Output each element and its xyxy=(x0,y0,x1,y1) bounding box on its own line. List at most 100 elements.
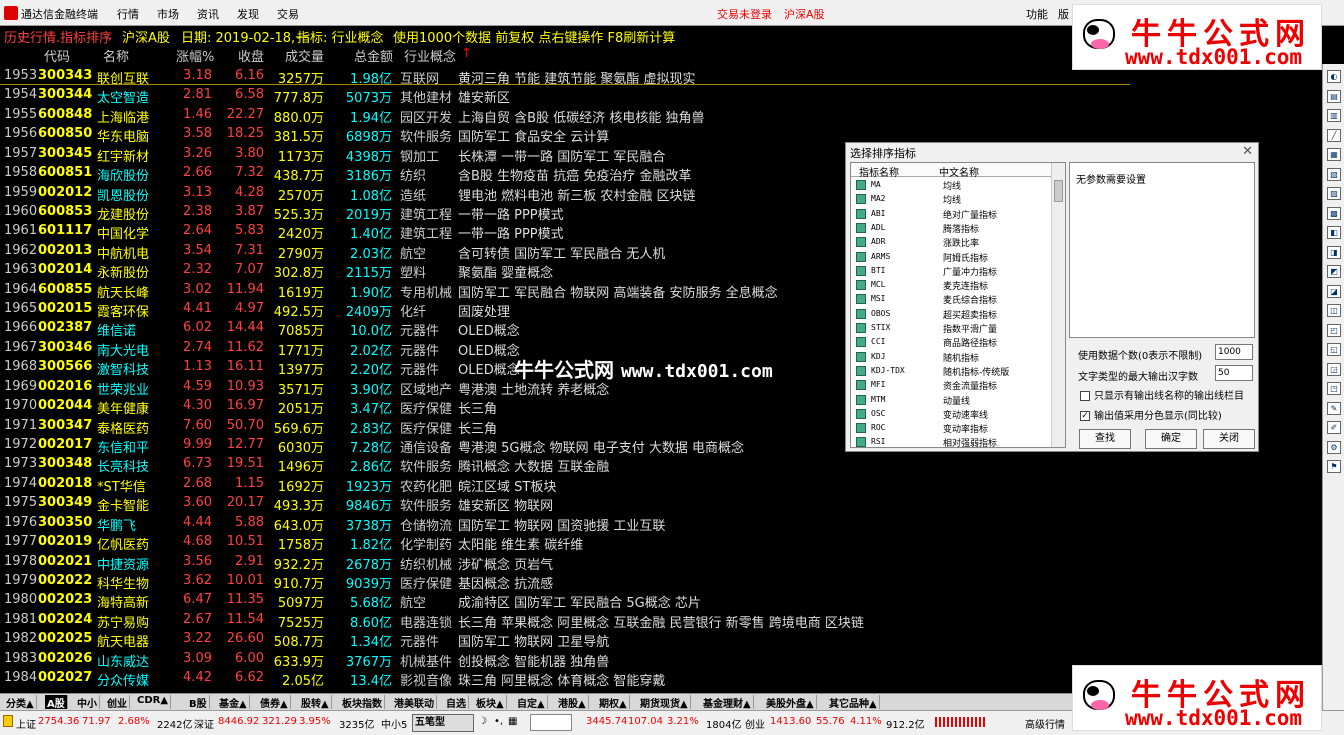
ok-button[interactable]: 确定 xyxy=(1145,429,1197,449)
indicator-list[interactable]: 指标名称 中文名称 MA 均线 MA2 均线 ABI 绝对广量指标 ADL 腾落指标 ADR 涨跌… xyxy=(850,162,1066,448)
table-row[interactable]: 1975 300349 金卡智能 3.60 20.17 493.3万 9846万 软件服务 雄安… xyxy=(0,494,1130,514)
col-industry[interactable]: 行业概念 xyxy=(404,46,456,65)
tab-7[interactable]: 债券▲ xyxy=(258,695,291,710)
tab-1[interactable]: A股 xyxy=(45,695,68,710)
tab-10[interactable]: 港美联动 xyxy=(392,695,437,710)
toolbar-icon[interactable]: ⚙ xyxy=(1327,440,1341,454)
tab-4[interactable]: CDR▲ xyxy=(135,695,172,709)
toolbar-icon[interactable]: ◰ xyxy=(1327,323,1341,337)
col-name[interactable]: 名称 xyxy=(103,46,129,65)
table-row[interactable]: 1953 300343 联创互联 3.18 6.16 3257万 1.98亿 互联网 黄河三角 … xyxy=(0,67,1130,87)
toolbar-icon[interactable]: ◫ xyxy=(1327,304,1341,317)
chk-only-named[interactable]: 只显示有输出线名称的输出线栏目 xyxy=(1080,387,1244,402)
tab-14[interactable]: 港股▲ xyxy=(556,695,589,710)
toolbar-icon[interactable]: ✐ xyxy=(1327,421,1341,434)
max-chars-input[interactable]: 50 xyxy=(1215,365,1253,381)
toolbar-icon[interactable]: ▤ xyxy=(1327,89,1341,103)
table-row[interactable]: 1955 600848 上海临港 1.46 22.27 880.0万 1.94亿 园区开发 上海… xyxy=(0,106,1130,126)
toolbar-icon[interactable]: ▦ xyxy=(1327,148,1341,161)
advanced-quote[interactable]: 高级行情 xyxy=(1025,716,1065,731)
tab-8[interactable]: 股转▲ xyxy=(299,695,332,710)
indicator-item[interactable]: KDJ 随机指标 xyxy=(851,350,1051,364)
checkbox-unchecked[interactable] xyxy=(1080,391,1090,401)
list-scrollbar[interactable] xyxy=(1051,163,1065,447)
toolbar-icon[interactable]: ▥ xyxy=(1327,109,1341,122)
table-row[interactable]: 1980 002023 海特高新 6.47 11.35 5097万 5.68亿 航空 成渝特区 … xyxy=(0,591,1130,611)
indicator-item[interactable]: ADR 涨跌比率 xyxy=(851,235,1051,249)
menu-version[interactable]: 版 xyxy=(1058,6,1069,22)
tab-0[interactable]: 分类▲ xyxy=(4,695,37,710)
tab-5[interactable]: B股 xyxy=(187,695,210,710)
col-indicator-name[interactable]: 指标名称 xyxy=(859,164,899,179)
table-row[interactable]: 1979 002022 科华生物 3.62 10.01 910.7万 9039万 医疗保健 基因… xyxy=(0,572,1130,592)
toolbar-icon[interactable]: ⚑ xyxy=(1327,460,1341,473)
tab-2[interactable]: 中小 xyxy=(75,695,100,710)
indicator-item[interactable]: KDJ-TDX 随机指标-传统版 xyxy=(851,364,1051,378)
toolbar-icon[interactable]: ◨ xyxy=(1327,245,1341,259)
tab-9[interactable]: 板块指数 xyxy=(340,695,385,710)
col-change[interactable]: 涨幅% xyxy=(176,46,214,65)
use-data-input[interactable]: 1000 xyxy=(1215,344,1253,360)
indicator-item[interactable]: STIX 指数平滑广量 xyxy=(851,321,1051,335)
ime-punct-icon[interactable]: •, xyxy=(494,716,503,727)
toolbar-icon[interactable]: ◪ xyxy=(1327,284,1341,298)
indicator-item[interactable]: ABI 绝对广量指标 xyxy=(851,207,1051,221)
scrollbar-thumb[interactable] xyxy=(1054,180,1063,202)
toolbar-icon[interactable]: ╱ xyxy=(1327,128,1341,142)
tab-15[interactable]: 期权▲ xyxy=(597,695,630,710)
toolbar-icon[interactable]: ◲ xyxy=(1327,362,1341,376)
checkbox-checked[interactable]: ✓ xyxy=(1080,411,1090,421)
indicator-item[interactable]: MA2 均线 xyxy=(851,192,1051,206)
indicator-item[interactable]: MSI 麦氏综合指标 xyxy=(851,292,1051,306)
col-code[interactable]: 代码 xyxy=(44,46,70,65)
menu-function[interactable]: 功能 xyxy=(1026,6,1048,22)
toolbar-icon[interactable]: ◩ xyxy=(1327,265,1341,278)
toolbar-icon[interactable]: ◱ xyxy=(1327,343,1341,356)
trade-login-status[interactable]: 交易未登录 xyxy=(717,6,772,22)
table-row[interactable]: 1983 002026 山东威达 3.09 6.00 633.9万 3767万 机械基件 创投概… xyxy=(0,650,1130,670)
indicator-item[interactable]: CCI 商品路径指标 xyxy=(851,335,1051,349)
market-selector[interactable]: 沪深A股 xyxy=(784,6,825,22)
toolbar-icon[interactable]: ▧ xyxy=(1327,167,1341,181)
ad-banner-top[interactable]: 牛牛公式网 www.tdx001.com xyxy=(1072,4,1322,70)
col-chinese-name[interactable]: 中文名称 xyxy=(939,164,979,179)
indicator-item[interactable]: MFI 资金流量指标 xyxy=(851,378,1051,392)
ime-keyboard-icon[interactable]: ▦ xyxy=(508,716,517,727)
table-row[interactable]: 1977 002019 亿帆医药 4.68 10.51 1758万 1.82亿 化学制药 太阳能… xyxy=(0,533,1130,553)
indicator-item[interactable]: OBOS 超买超卖指标 xyxy=(851,307,1051,321)
menu-jiaoyi[interactable]: 交易 xyxy=(277,6,299,22)
toolbar-icon[interactable]: ▩ xyxy=(1327,206,1341,220)
menu-faxian[interactable]: 发现 xyxy=(237,6,259,22)
tab-3[interactable]: 创业 xyxy=(105,695,130,710)
table-row[interactable]: 1984 002027 分众传媒 4.42 6.62 2.05亿 13.4亿 影视音像 珠三角 … xyxy=(0,669,1130,689)
toolbar-icon[interactable]: ▨ xyxy=(1327,187,1341,200)
toolbar-icon[interactable]: ◧ xyxy=(1327,226,1341,239)
toolbar-icon[interactable]: ✎ xyxy=(1327,401,1341,415)
tab-17[interactable]: 基金理财▲ xyxy=(701,695,754,710)
table-row[interactable]: 1976 300350 华鹏飞 4.44 5.88 643.0万 3738万 仓储物流 国防军工… xyxy=(0,514,1130,534)
table-row[interactable]: 1974 002018 *ST华信 2.68 1.15 1692万 1923万 农药化肥 皖江区… xyxy=(0,475,1130,495)
indicator-item[interactable]: ROC 变动率指标 xyxy=(851,421,1051,435)
table-row[interactable]: 1954 300344 太空智造 2.81 6.58 777.8万 5073万 其他建材 雄安新… xyxy=(0,86,1130,106)
indicator-item[interactable]: MTM 动量线 xyxy=(851,393,1051,407)
menu-hangqing[interactable]: 行情 xyxy=(117,6,139,22)
folder-icon[interactable] xyxy=(3,715,13,727)
table-row[interactable]: 1978 002021 中捷资源 3.56 2.91 932.2万 2678万 纺织机械 涉矿概… xyxy=(0,553,1130,573)
ime-input-box[interactable] xyxy=(530,714,572,731)
indicator-item[interactable]: OSC 变动速率线 xyxy=(851,407,1051,421)
ime-wubi[interactable]: 五笔型 xyxy=(412,714,474,732)
indicator-item[interactable]: ARMS 阿姆氏指标 xyxy=(851,250,1051,264)
tab-19[interactable]: 其它品种▲ xyxy=(827,695,880,710)
tab-6[interactable]: 基金▲ xyxy=(217,695,250,710)
toolbar-icon[interactable]: ◳ xyxy=(1327,382,1341,395)
menu-shichang[interactable]: 市场 xyxy=(157,6,179,22)
table-row[interactable]: 1981 002024 苏宁易购 2.67 11.54 7525万 8.60亿 电器连锁 长三角… xyxy=(0,611,1130,631)
tab-18[interactable]: 美股外盘▲ xyxy=(764,695,817,710)
tab-12[interactable]: 板块▲ xyxy=(474,695,507,710)
tab-16[interactable]: 期货现货▲ xyxy=(638,695,691,710)
col-volume[interactable]: 成交量 xyxy=(285,46,324,65)
indicator-item[interactable]: RSI 相对强弱指标 xyxy=(851,435,1051,447)
menu-zixun[interactable]: 资讯 xyxy=(197,6,219,22)
close-button[interactable]: 关闭 xyxy=(1203,429,1255,449)
col-close[interactable]: 收盘 xyxy=(238,46,264,65)
